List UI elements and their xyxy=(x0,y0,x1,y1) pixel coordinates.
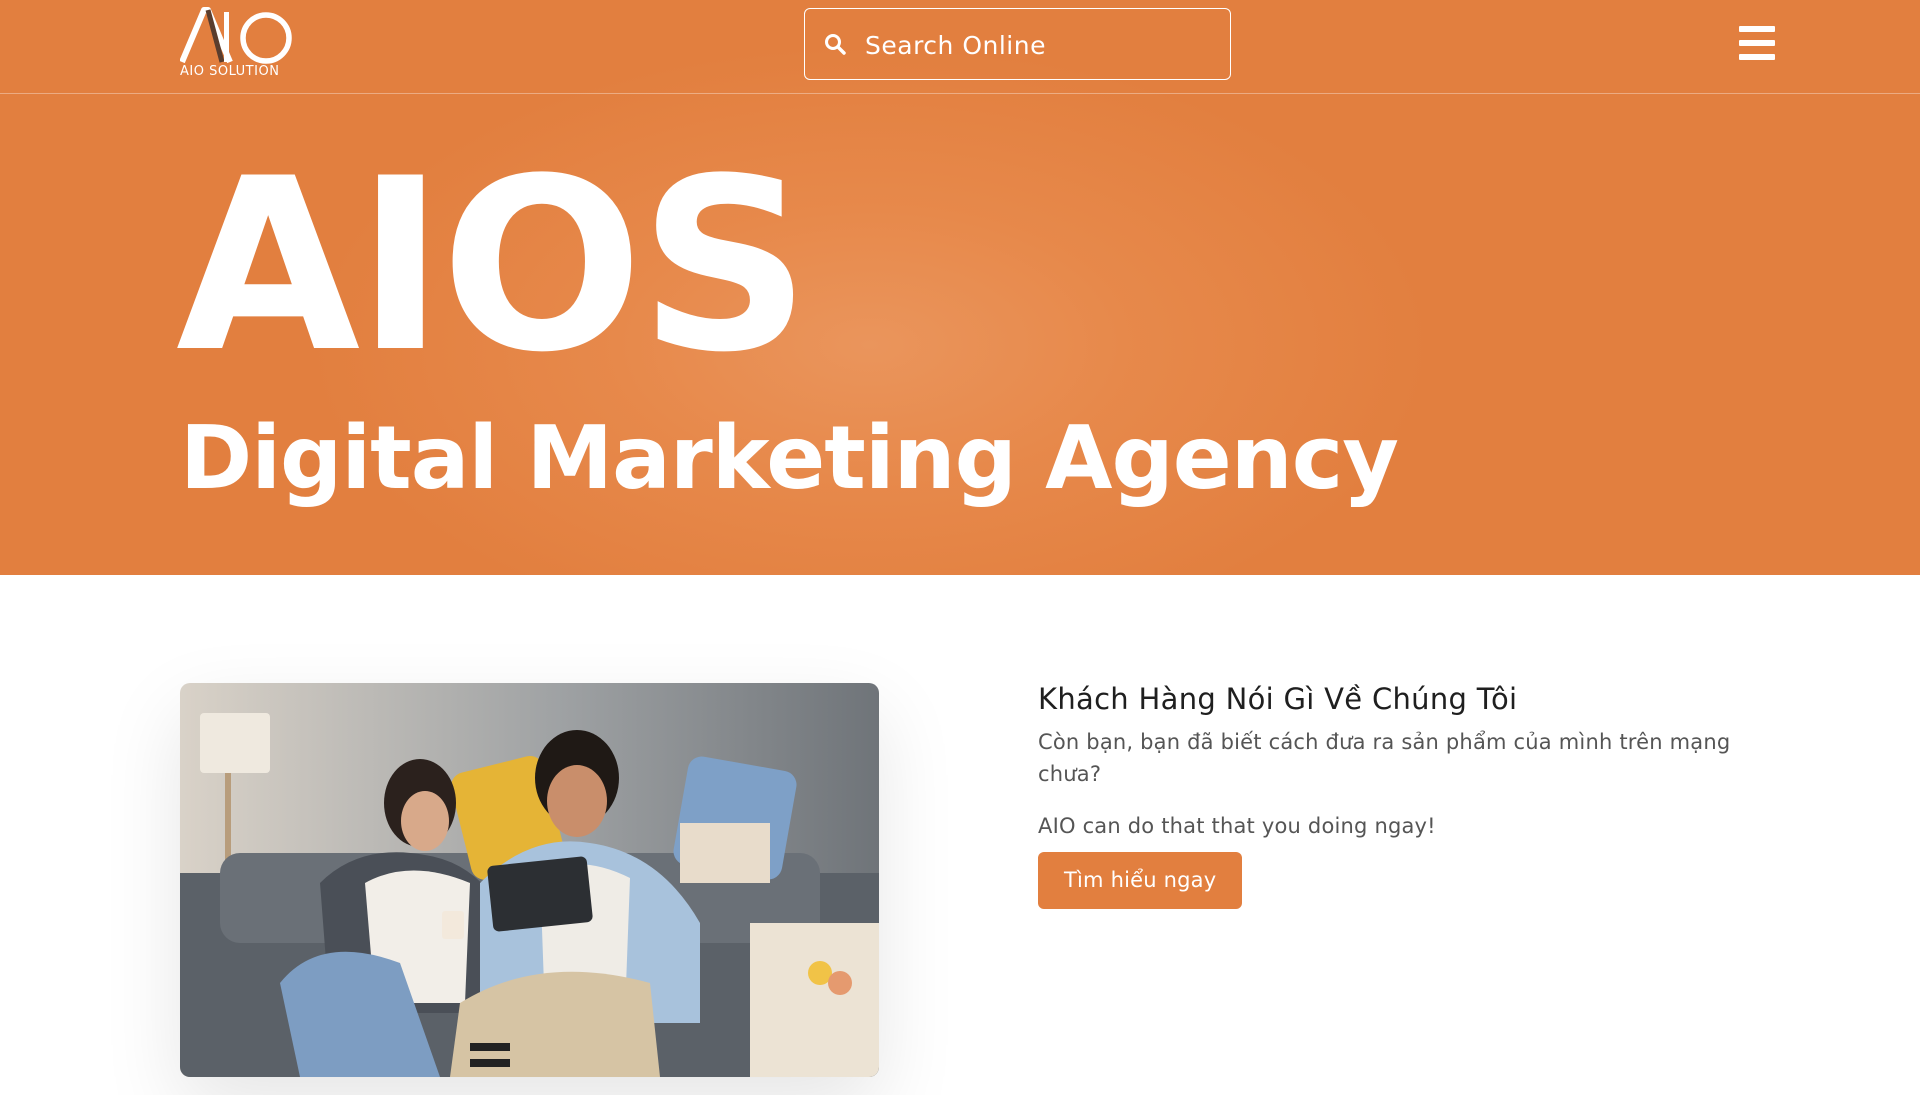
hero-title: AIOS xyxy=(176,128,810,405)
learn-more-button[interactable]: Tìm hiểu ngay xyxy=(1038,852,1243,909)
hero-section: AIO SOLUTION Search Online AIOS Digital … xyxy=(0,0,1920,575)
aio-logo-icon xyxy=(180,7,292,64)
logo-caption: AIO SOLUTION xyxy=(180,64,280,79)
testimonial-description: Còn bạn, bạn đã biết cách đưa ra sản phẩ… xyxy=(1038,730,1731,786)
testimonial-photo xyxy=(180,683,879,1077)
testimonial-heading: Khách Hàng Nói Gì Về Chúng Tôi xyxy=(1038,682,1518,716)
hero-subtitle: Digital Marketing Agency xyxy=(180,407,1399,509)
search-icon xyxy=(825,34,846,55)
logo[interactable]: AIO SOLUTION xyxy=(180,6,295,84)
couple-on-sofa-with-tablet-photo xyxy=(180,683,879,1077)
testimonial-section: Khách Hàng Nói Gì Về Chúng Tôi Còn bạn, … xyxy=(1038,680,1758,909)
testimonial-tagline: AIO can do that that you doing ngay! xyxy=(1038,814,1436,838)
search-placeholder: Search Online xyxy=(865,31,1046,60)
search-input[interactable]: Search Online xyxy=(804,8,1231,80)
hamburger-menu-icon[interactable] xyxy=(1739,26,1775,60)
site-header: AIO SOLUTION Search Online xyxy=(0,0,1920,94)
